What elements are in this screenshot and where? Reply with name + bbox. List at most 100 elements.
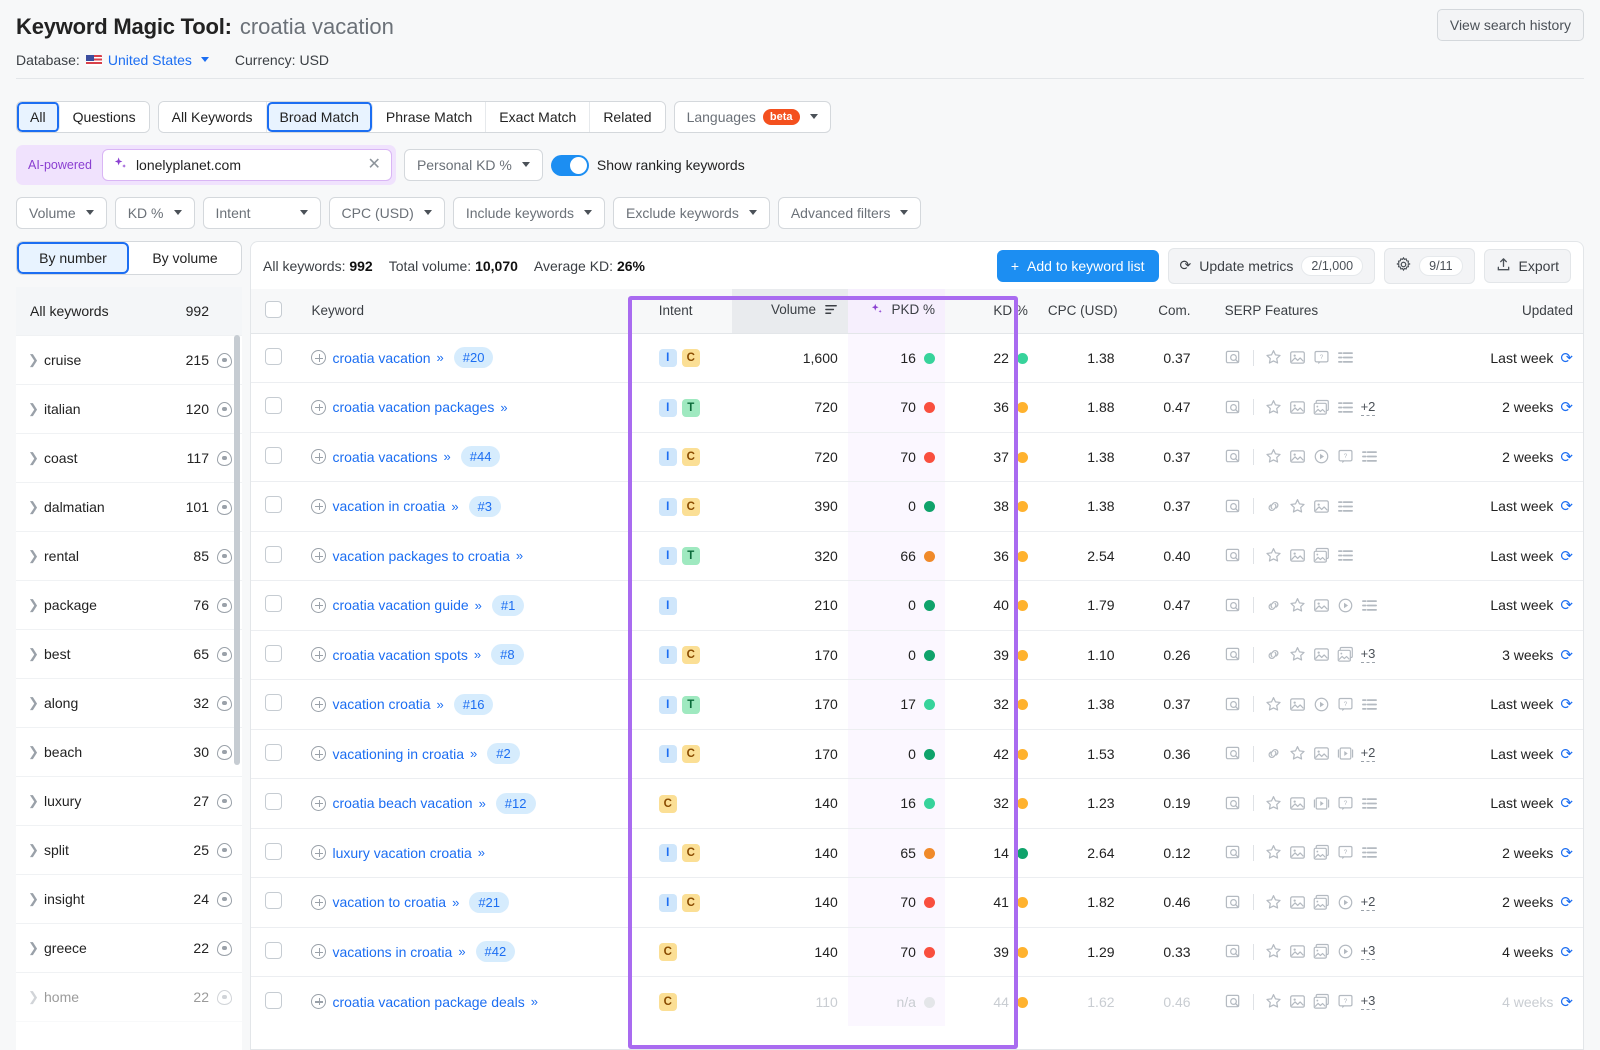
star-icon[interactable] <box>1265 547 1282 564</box>
row-checkbox[interactable] <box>265 546 282 563</box>
personal-kd-dropdown[interactable]: Personal KD % <box>404 149 543 181</box>
refresh-icon[interactable]: ⟳ <box>1560 448 1573 466</box>
languages-dropdown[interactable]: Languages beta <box>674 101 831 133</box>
add-keyword-icon[interactable] <box>311 796 326 811</box>
lens-icon[interactable] <box>1225 597 1242 614</box>
refresh-icon[interactable]: ⟳ <box>1560 844 1573 862</box>
table-row[interactable]: vacation in croatia » #3 IC 390 0 38 1.3… <box>251 482 1583 532</box>
column-keyword[interactable]: Keyword <box>297 289 640 333</box>
eye-icon[interactable] <box>217 892 232 907</box>
rank-badge[interactable]: #21 <box>469 892 509 913</box>
star-icon[interactable] <box>1265 795 1282 812</box>
row-checkbox[interactable] <box>265 744 282 761</box>
image-icon[interactable] <box>1313 745 1330 762</box>
expand-icon[interactable]: » <box>458 944 463 959</box>
rank-badge[interactable]: #12 <box>496 793 536 814</box>
volume-filter[interactable]: Volume <box>16 197 107 229</box>
qa-icon[interactable]: ? <box>1337 448 1354 465</box>
exclude-keywords-filter[interactable]: Exclude keywords <box>613 197 770 229</box>
eye-icon[interactable] <box>217 941 232 956</box>
list-icon[interactable] <box>1361 696 1378 713</box>
lens-icon[interactable] <box>1225 745 1242 762</box>
eye-icon[interactable] <box>217 353 232 368</box>
row-checkbox[interactable] <box>265 447 282 464</box>
star-icon[interactable] <box>1265 894 1282 911</box>
refresh-icon[interactable]: ⟳ <box>1560 497 1573 515</box>
lens-icon[interactable] <box>1225 894 1242 911</box>
sidebar-item-package[interactable]: ❯package76 <box>16 581 242 630</box>
image-icon[interactable] <box>1289 448 1306 465</box>
expand-icon[interactable]: » <box>475 598 480 613</box>
video-icon[interactable] <box>1337 597 1354 614</box>
add-keyword-icon[interactable] <box>311 746 326 761</box>
refresh-icon[interactable]: ⟳ <box>1560 349 1573 367</box>
link-icon[interactable] <box>1265 745 1282 762</box>
refresh-icon[interactable]: ⟳ <box>1560 943 1573 961</box>
row-checkbox[interactable] <box>265 595 282 612</box>
keyword-link[interactable]: croatia vacation guide <box>332 597 468 613</box>
keyword-link[interactable]: luxury vacation croatia <box>332 845 471 861</box>
sidebar-by-number[interactable]: By number <box>17 242 129 274</box>
list-icon[interactable] <box>1337 547 1354 564</box>
add-keyword-icon[interactable] <box>311 400 326 415</box>
serp-more[interactable]: +3 <box>1361 943 1376 960</box>
image-icon[interactable] <box>1289 399 1306 416</box>
column-intent[interactable]: Intent <box>641 289 732 333</box>
keyword-link[interactable]: croatia vacation packages <box>332 399 494 415</box>
expand-icon[interactable]: » <box>478 845 483 860</box>
eye-icon[interactable] <box>217 990 232 1005</box>
rank-badge[interactable]: #3 <box>469 496 501 517</box>
lens-icon[interactable] <box>1225 795 1242 812</box>
keyword-link[interactable]: croatia vacation <box>332 350 430 366</box>
cpc-filter[interactable]: CPC (USD) <box>329 197 445 229</box>
lens-icon[interactable] <box>1225 943 1242 960</box>
serp-more[interactable]: +3 <box>1361 993 1376 1010</box>
list-icon[interactable] <box>1337 349 1354 366</box>
lens-icon[interactable] <box>1225 498 1242 515</box>
list-icon[interactable] <box>1361 795 1378 812</box>
add-keyword-icon[interactable] <box>311 994 326 1009</box>
filter-questions[interactable]: Questions <box>60 102 149 132</box>
keyword-link[interactable]: vacation to croatia <box>332 894 446 910</box>
refresh-icon[interactable]: ⟳ <box>1560 993 1573 1011</box>
sidebar-item-greece[interactable]: ❯greece22 <box>16 924 242 973</box>
rank-badge[interactable]: #42 <box>476 941 516 962</box>
qa-icon[interactable]: ? <box>1337 795 1354 812</box>
add-keyword-icon[interactable] <box>311 697 326 712</box>
refresh-icon[interactable]: ⟳ <box>1560 596 1573 614</box>
keyword-link[interactable]: croatia vacation spots <box>332 647 467 663</box>
list-icon[interactable] <box>1361 448 1378 465</box>
view-search-history-button[interactable]: View search history <box>1437 9 1584 41</box>
keyword-link[interactable]: croatia vacations <box>332 449 437 465</box>
expand-icon[interactable]: » <box>437 697 442 712</box>
serp-more[interactable]: +2 <box>1361 399 1376 416</box>
qa-icon[interactable]: ? <box>1313 349 1330 366</box>
star-icon[interactable] <box>1265 696 1282 713</box>
eye-icon[interactable] <box>217 794 232 809</box>
refresh-icon[interactable]: ⟳ <box>1560 646 1573 664</box>
image-icon[interactable] <box>1289 547 1306 564</box>
image-icon[interactable] <box>1289 696 1306 713</box>
video-icon[interactable] <box>1313 448 1330 465</box>
table-row[interactable]: croatia vacation guide » #1 I 210 0 40 1… <box>251 581 1583 631</box>
image-icon[interactable] <box>1289 993 1306 1010</box>
list-icon[interactable] <box>1361 597 1378 614</box>
star-icon[interactable] <box>1265 943 1282 960</box>
column-serp-features[interactable]: SERP Features <box>1201 289 1450 333</box>
sidebar-item-best[interactable]: ❯best65 <box>16 630 242 679</box>
columns-settings-button[interactable]: 9/11 <box>1384 248 1474 284</box>
eye-icon[interactable] <box>217 598 232 613</box>
image-icon[interactable] <box>1289 795 1306 812</box>
rank-badge[interactable]: #1 <box>492 595 524 616</box>
qa-icon[interactable]: ? <box>1337 696 1354 713</box>
eye-icon[interactable] <box>217 402 232 417</box>
qa-icon[interactable]: ? <box>1337 844 1354 861</box>
column-updated[interactable]: Updated <box>1450 289 1583 333</box>
image-icon[interactable] <box>1289 844 1306 861</box>
lens-icon[interactable] <box>1225 547 1242 564</box>
add-keyword-icon[interactable] <box>311 548 326 563</box>
video-icon[interactable] <box>1313 696 1330 713</box>
refresh-icon[interactable]: ⟳ <box>1560 398 1573 416</box>
table-row[interactable]: vacation to croatia » #21 IC 140 70 41 1… <box>251 878 1583 928</box>
column-cpc[interactable]: CPC (USD) <box>1038 289 1125 333</box>
